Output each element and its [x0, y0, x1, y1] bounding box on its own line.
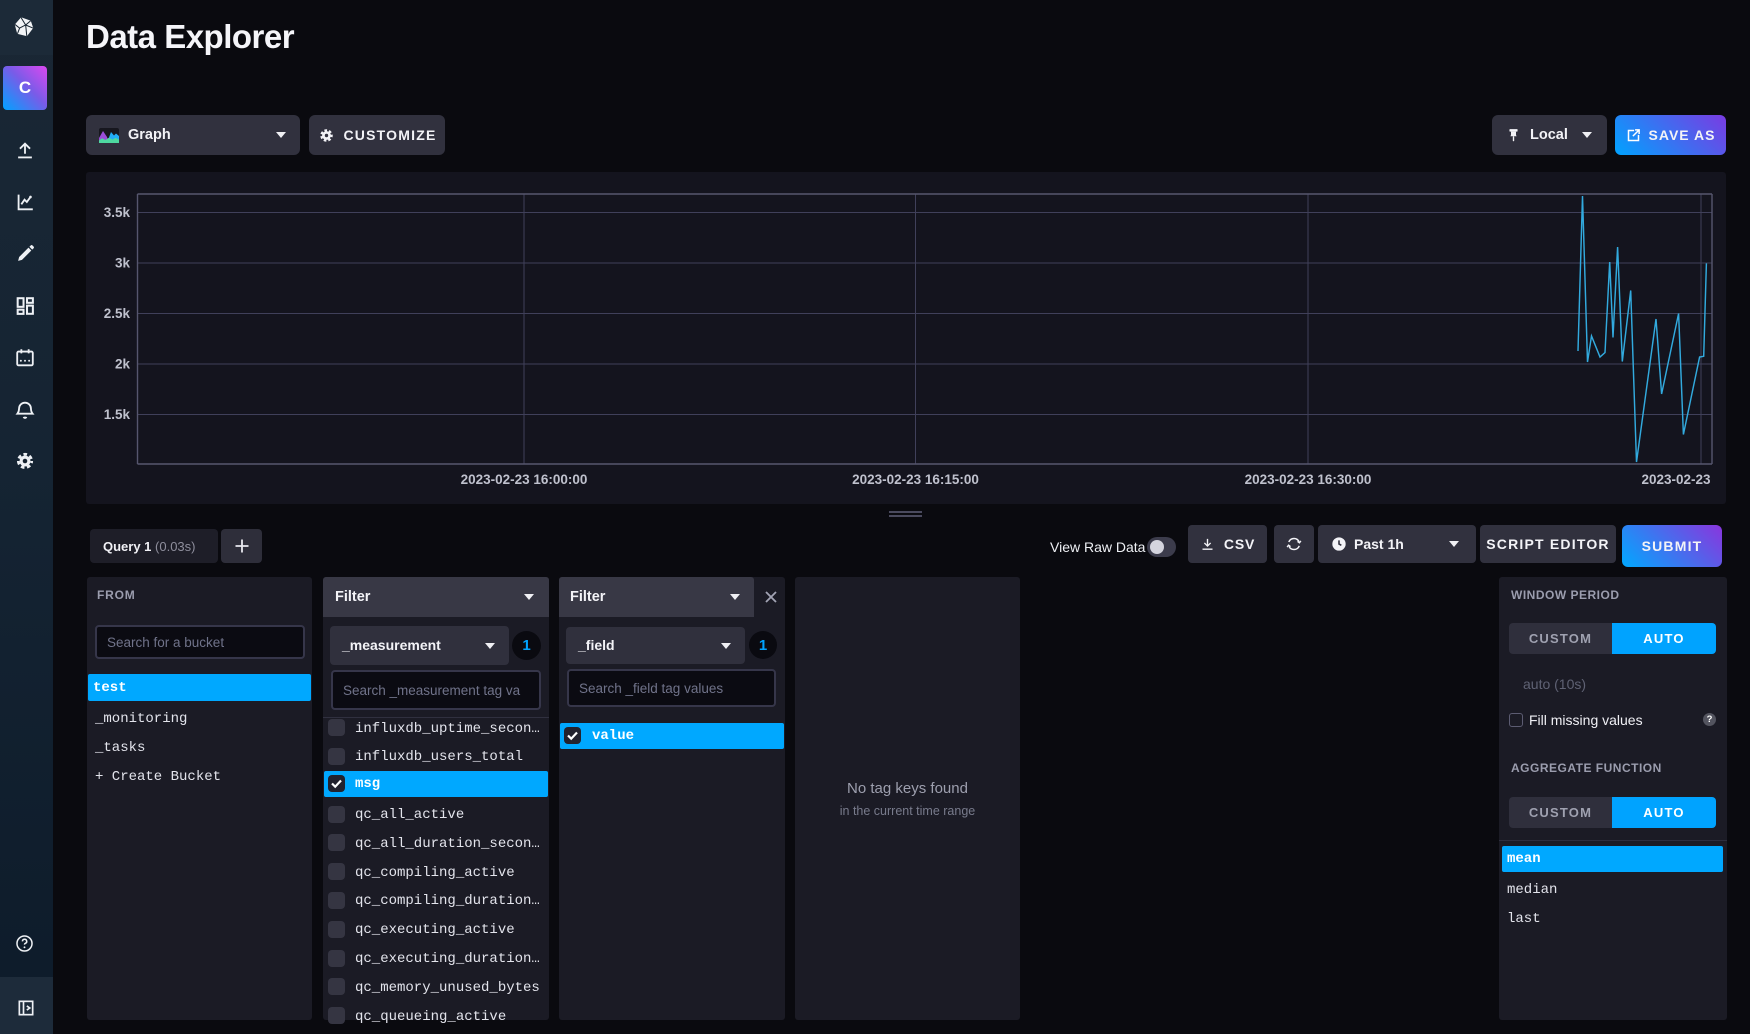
svg-text:2023-02-23: 2023-02-23 [1641, 472, 1711, 487]
svg-text:3k: 3k [115, 256, 131, 271]
svg-text:2023-02-23 16:00:00: 2023-02-23 16:00:00 [461, 472, 588, 487]
svg-text:2.5k: 2.5k [104, 306, 131, 321]
svg-text:2k: 2k [115, 357, 131, 372]
svg-text:3.5k: 3.5k [104, 205, 131, 220]
svg-text:1.5k: 1.5k [104, 407, 131, 422]
svg-text:2023-02-23 16:30:00: 2023-02-23 16:30:00 [1245, 472, 1372, 487]
svg-text:2023-02-23 16:15:00: 2023-02-23 16:15:00 [852, 472, 979, 487]
